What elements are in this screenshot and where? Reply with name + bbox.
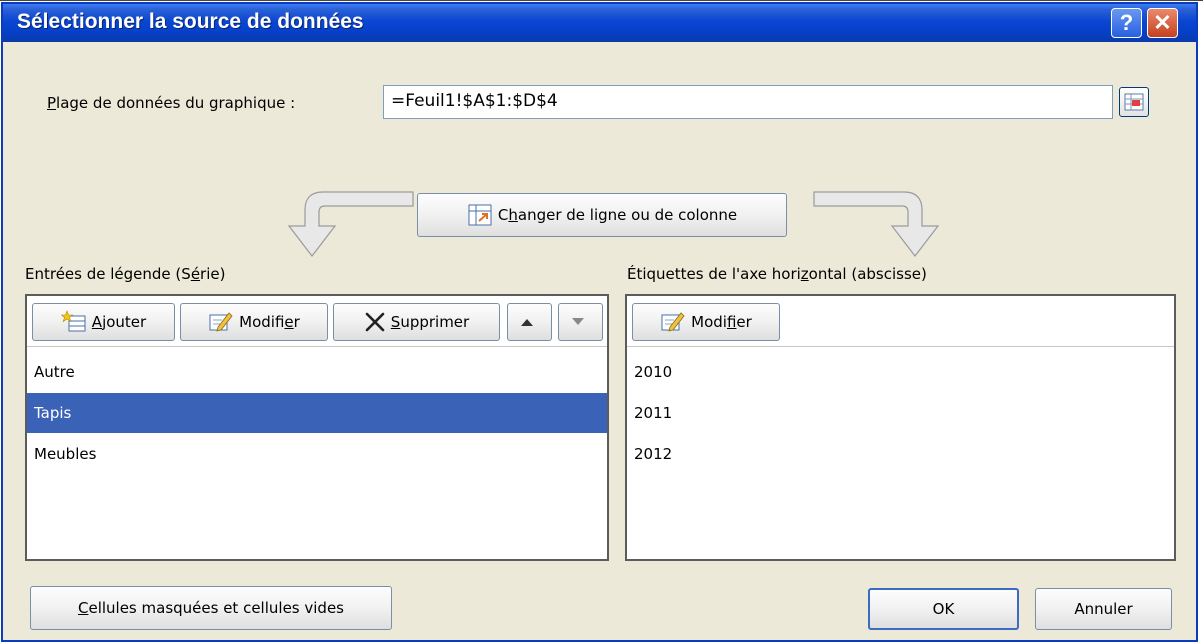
axis-labels-header: Étiquettes de l'axe horizontal (abscisse… — [627, 265, 927, 283]
title-bar[interactable]: Sélectionner la source de données ? ✕ — [3, 4, 1196, 42]
add-series-icon — [60, 310, 86, 332]
arrow-down-icon — [572, 318, 584, 325]
data-range-input[interactable]: =Feuil1!$A$1:$D$4 — [383, 85, 1113, 119]
edit-icon — [209, 312, 233, 332]
select-data-source-dialog: Sélectionner la source de données ? ✕ Pl… — [1, 2, 1198, 642]
screen-top-border — [0, 0, 1203, 1]
hidden-empty-cells-button[interactable]: Cellules masquées et cellules vides — [30, 586, 392, 630]
delete-icon — [365, 312, 385, 332]
ok-button[interactable]: OK — [868, 588, 1019, 630]
legend-toolbar: Ajouter Modifier Supprimer — [27, 296, 607, 347]
series-list-item-selected[interactable]: Tapis — [27, 393, 607, 433]
legend-entries-panel: Ajouter Modifier Supprimer Autre Tapis M… — [25, 294, 609, 561]
range-select-button[interactable] — [1119, 87, 1149, 117]
axis-label-item[interactable]: 2011 — [627, 393, 1174, 433]
data-range-label: Plage de données du graphique : — [47, 94, 296, 112]
left-curved-arrow-icon — [287, 191, 414, 257]
range-select-icon — [1124, 93, 1144, 111]
help-button[interactable]: ? — [1111, 8, 1142, 38]
series-list-item[interactable]: Autre — [27, 352, 607, 392]
arrow-up-icon — [521, 319, 533, 326]
axis-toolbar: Modifier — [627, 296, 1174, 347]
close-button[interactable]: ✕ — [1147, 8, 1178, 38]
delete-series-button[interactable]: Supprimer — [333, 303, 500, 341]
add-series-button[interactable]: Ajouter — [32, 303, 175, 341]
cancel-button[interactable]: Annuler — [1035, 588, 1172, 630]
move-up-button[interactable] — [507, 303, 552, 341]
add-series-label: Ajouter — [91, 313, 147, 331]
dialog-title: Sélectionner la source de données — [17, 10, 364, 33]
edit-series-button[interactable]: Modifier — [180, 303, 328, 341]
edit-axis-labels-label: Modifier — [691, 313, 752, 331]
axis-label-item[interactable]: 2010 — [627, 352, 1174, 392]
help-icon: ? — [1119, 10, 1134, 35]
edit-series-label: Modifier — [239, 313, 300, 331]
edit-icon — [661, 312, 685, 332]
delete-series-label: Supprimer — [390, 313, 470, 331]
hidden-empty-cells-label: Cellules masquées et cellules vides — [77, 599, 344, 617]
axis-label-item[interactable]: 2012 — [627, 434, 1174, 474]
switch-row-column-button[interactable]: Changer de ligne ou de colonne — [417, 193, 787, 237]
series-list-item[interactable]: Meubles — [27, 434, 607, 474]
axis-labels-panel: Modifier 2010 2011 2012 — [625, 294, 1176, 561]
switch-row-column-icon — [468, 204, 492, 226]
switch-row-column-label: Changer de ligne ou de colonne — [497, 206, 738, 224]
legend-entries-header: Entrées de légende (Série) — [25, 265, 226, 283]
move-down-button[interactable] — [558, 303, 603, 341]
close-icon: ✕ — [1153, 10, 1172, 35]
right-curved-arrow-icon — [813, 191, 940, 257]
edit-axis-labels-button[interactable]: Modifier — [632, 303, 780, 341]
